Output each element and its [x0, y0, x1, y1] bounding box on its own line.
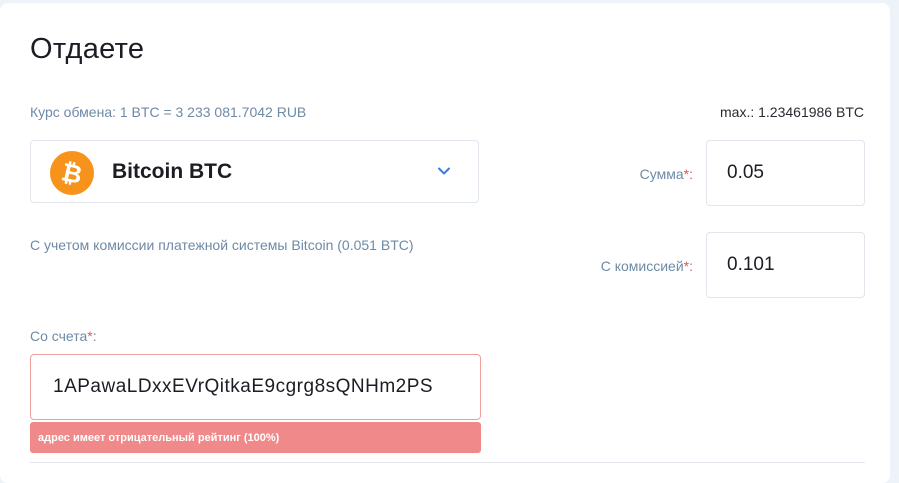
account-label: Со счета*: [30, 328, 97, 344]
amount-label-text: Сумма [639, 166, 684, 182]
commission-amount-input[interactable] [706, 232, 865, 298]
commission-note: С учетом комиссии платежной системы Bitc… [30, 237, 414, 253]
amount-label: Сумма*: [640, 166, 693, 182]
chevron-down-icon [438, 167, 450, 175]
required-mark: *: [683, 258, 693, 274]
commission-label-text: С комиссией [600, 258, 684, 274]
currency-select[interactable]: ₿ Bitcoin BTC [30, 140, 479, 203]
account-address-input[interactable] [30, 354, 481, 420]
max-amount-text: max.: 1.23461986 BTC [720, 104, 864, 120]
amount-input[interactable] [706, 140, 865, 206]
bitcoin-icon: ₿ [50, 151, 94, 195]
commission-label: С комиссией*: [601, 258, 693, 274]
exchange-give-card: Отдаете Курс обмена: 1 BTC = 3 233 081.7… [0, 3, 890, 483]
required-mark: *: [683, 166, 693, 182]
svg-text:₿: ₿ [59, 157, 85, 190]
account-error-message: адрес имеет отрицательный рейтинг (100%) [30, 422, 481, 453]
section-title: Отдаете [30, 33, 145, 65]
divider [30, 462, 865, 463]
account-label-suffix: : [92, 328, 97, 344]
account-label-text: Со счета [30, 328, 88, 344]
currency-name: Bitcoin BTC [112, 160, 233, 183]
exchange-rate-text: Курс обмена: 1 BTC = 3 233 081.7042 RUB [30, 104, 307, 120]
